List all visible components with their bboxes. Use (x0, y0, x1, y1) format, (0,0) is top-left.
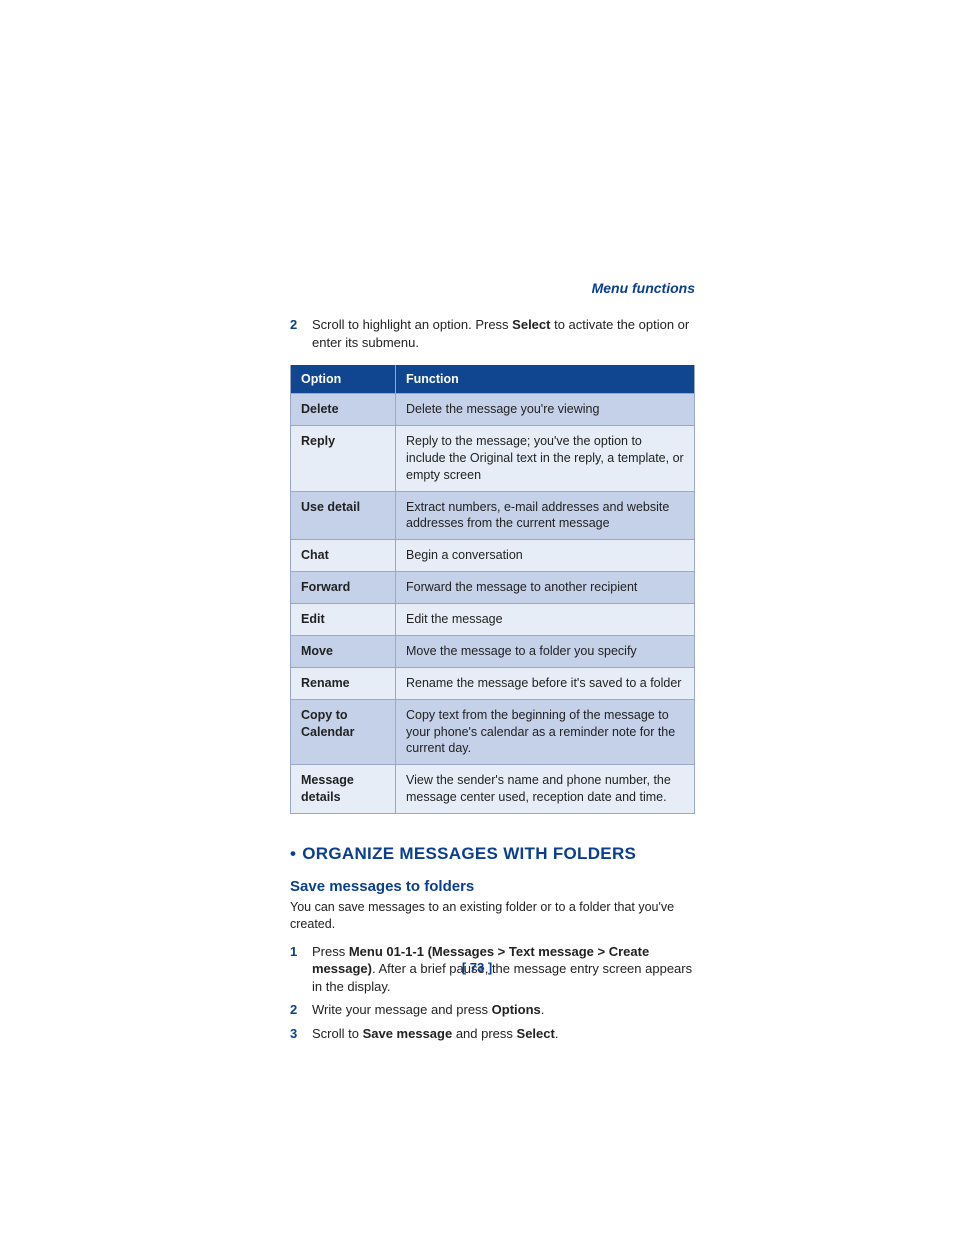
cell-option: Use detail (291, 491, 396, 540)
step-body: Scroll to highlight an option. Press Sel… (312, 316, 695, 351)
section-heading-text: ORGANIZE MESSAGES WITH FOLDERS (302, 844, 636, 863)
step-text-pre: Write your message and press (312, 1002, 492, 1017)
step-text-pre: Scroll to (312, 1026, 363, 1041)
section-heading: • ORGANIZE MESSAGES WITH FOLDERS (290, 844, 695, 864)
table-row: Message details View the sender's name a… (291, 765, 695, 814)
table-row: Rename Rename the message before it's sa… (291, 667, 695, 699)
table-row: Forward Forward the message to another r… (291, 572, 695, 604)
step-body: Scroll to Save message and press Select. (312, 1025, 695, 1043)
cell-function: Move the message to a folder you specify (396, 635, 695, 667)
cell-function: Copy text from the beginning of the mess… (396, 699, 695, 765)
table-row: Delete Delete the message you're viewing (291, 394, 695, 426)
th-option: Option (291, 365, 396, 394)
step-text-pre: Scroll to highlight an option. Press (312, 317, 512, 332)
step-text-post: . (555, 1026, 559, 1041)
step-number: 2 (290, 316, 312, 351)
table-row: Move Move the message to a folder you sp… (291, 635, 695, 667)
intro-text: You can save messages to an existing fol… (290, 899, 695, 933)
cell-option: Copy to Calendar (291, 699, 396, 765)
step-number: 3 (290, 1025, 312, 1043)
table-row: Copy to Calendar Copy text from the begi… (291, 699, 695, 765)
step-text-bold2: Select (517, 1026, 555, 1041)
cell-option: Message details (291, 765, 396, 814)
cell-option: Reply (291, 425, 396, 491)
cell-function: Begin a conversation (396, 540, 695, 572)
cell-option: Move (291, 635, 396, 667)
cell-option: Edit (291, 604, 396, 636)
step-number: 2 (290, 1001, 312, 1019)
page: Menu functions 2 Scroll to highlight an … (0, 0, 954, 1235)
save-step-3: 3 Scroll to Save message and press Selec… (290, 1025, 695, 1043)
table-header-row: Option Function (291, 365, 695, 394)
save-step-2: 2 Write your message and press Options. (290, 1001, 695, 1019)
cell-option: Delete (291, 394, 396, 426)
step-body: Write your message and press Options. (312, 1001, 695, 1019)
running-header: Menu functions (290, 280, 695, 296)
cell-function: View the sender's name and phone number,… (396, 765, 695, 814)
content-area: Menu functions 2 Scroll to highlight an … (290, 280, 695, 1047)
table-row: Use detail Extract numbers, e-mail addre… (291, 491, 695, 540)
bullet-icon: • (290, 844, 296, 863)
cell-function: Forward the message to another recipient (396, 572, 695, 604)
cell-option: Forward (291, 572, 396, 604)
page-number: [ 73 ] (0, 960, 954, 975)
options-table: Option Function Delete Delete the messag… (290, 365, 695, 814)
step-text-post: . (541, 1002, 545, 1017)
cell-option: Rename (291, 667, 396, 699)
table-row: Edit Edit the message (291, 604, 695, 636)
cell-option: Chat (291, 540, 396, 572)
cell-function: Delete the message you're viewing (396, 394, 695, 426)
step-text-pre: Press (312, 944, 349, 959)
cell-function: Reply to the message; you've the option … (396, 425, 695, 491)
step-text-mid: and press (452, 1026, 516, 1041)
step-text-bold: Save message (363, 1026, 453, 1041)
th-function: Function (396, 365, 695, 394)
step-text-bold: Options (492, 1002, 541, 1017)
step-2: 2 Scroll to highlight an option. Press S… (290, 316, 695, 351)
cell-function: Extract numbers, e-mail addresses and we… (396, 491, 695, 540)
table-row: Chat Begin a conversation (291, 540, 695, 572)
cell-function: Edit the message (396, 604, 695, 636)
cell-function: Rename the message before it's saved to … (396, 667, 695, 699)
step-text-bold: Select (512, 317, 550, 332)
subsection-heading: Save messages to folders (290, 878, 695, 895)
table-row: Reply Reply to the message; you've the o… (291, 425, 695, 491)
